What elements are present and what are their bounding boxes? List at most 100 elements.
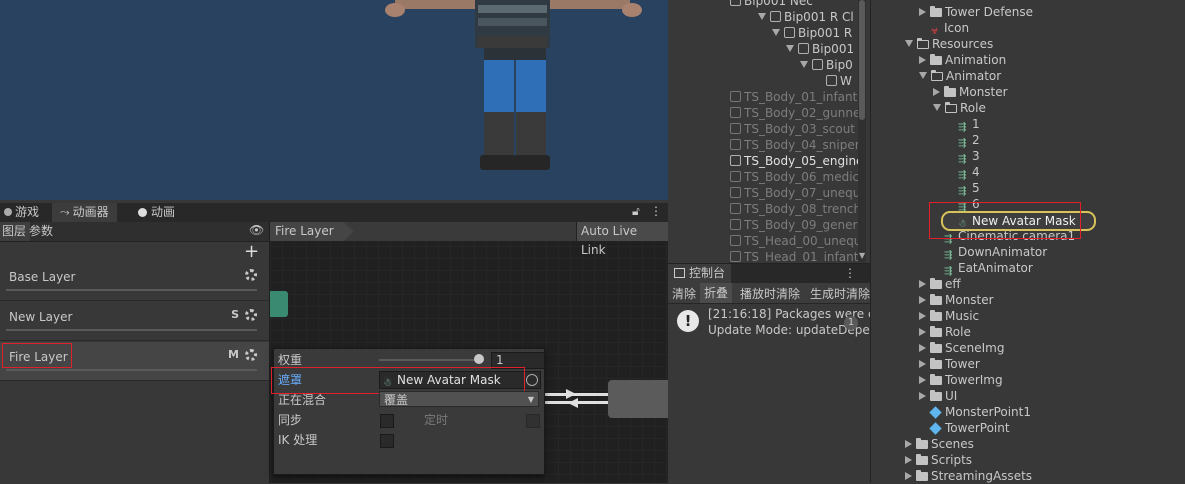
hierarchy-item[interactable]: TS_Body_07_unequ	[730, 185, 860, 201]
clear-button[interactable]: 清除	[672, 285, 696, 302]
weight-slider[interactable]	[379, 354, 484, 364]
project-item[interactable]: Music	[919, 308, 979, 324]
timing-checkbox[interactable]	[526, 414, 540, 428]
hierarchy-item[interactable]: TS_Body_05_engine	[730, 153, 863, 169]
project-item[interactable]: Role	[919, 324, 971, 340]
hierarchy-scrollbar[interactable]: ▼	[858, 0, 866, 262]
expand-arrow-icon[interactable]	[772, 29, 780, 36]
project-item[interactable]: ⇶ 6	[947, 196, 980, 213]
clear-on-build-button[interactable]: 生成时清除	[810, 285, 870, 302]
tab-animator[interactable]: ⤳ 动画器	[52, 203, 117, 222]
expand-arrow-icon[interactable]	[919, 72, 927, 79]
ik-pass-checkbox[interactable]	[380, 434, 394, 448]
collapse-arrow-icon[interactable]	[905, 440, 912, 448]
collapse-arrow-icon[interactable]	[919, 328, 926, 336]
project-item[interactable]: TowerImg	[919, 372, 1003, 388]
collapse-arrow-icon[interactable]	[933, 88, 940, 96]
breadcrumb[interactable]: Fire Layer	[270, 222, 354, 241]
hierarchy-item[interactable]: TS_Body_06_medic	[730, 169, 859, 185]
project-item[interactable]: Monster	[933, 84, 1008, 100]
console-log-entry[interactable]: ! [21:16:18] Packages were c Update Mode…	[668, 304, 875, 344]
hierarchy-panel[interactable]: Bip001 Nec Bip001 R Cl Bip001 R Bip001 B…	[668, 0, 870, 262]
collapse-arrow-icon[interactable]	[919, 312, 926, 320]
gear-icon[interactable]	[245, 269, 257, 281]
mask-field[interactable]: ☃︎ New Avatar Mask	[379, 371, 541, 389]
hierarchy-item[interactable]: TS_Body_01_infantr	[730, 89, 862, 105]
weight-input[interactable]: 1	[491, 352, 545, 369]
project-item[interactable]: Monster	[919, 292, 994, 308]
hierarchy-item[interactable]: TS_Head_01_infantr	[730, 249, 863, 262]
layer-row-base[interactable]: Base Layer	[0, 262, 269, 301]
expand-arrow-icon[interactable]	[800, 61, 808, 68]
menu-dots-icon[interactable]: ⋮	[650, 204, 662, 218]
collapse-arrow-icon[interactable]	[905, 456, 912, 464]
project-item[interactable]: TowerPoint	[919, 420, 1010, 436]
project-item[interactable]: ⇶ DownAnimator	[933, 244, 1047, 261]
collapse-arrow-icon[interactable]	[919, 8, 926, 16]
transition-arrow[interactable]	[544, 393, 608, 396]
expand-arrow-icon[interactable]	[758, 13, 766, 20]
state-node[interactable]	[608, 380, 668, 418]
hierarchy-item[interactable]: Bip0	[800, 57, 853, 73]
collapse-arrow-icon[interactable]	[919, 280, 926, 288]
scroll-down-arrow-icon[interactable]: ▼	[859, 251, 865, 260]
sync-checkbox[interactable]	[380, 414, 394, 428]
tab-layers[interactable]: 图层	[0, 222, 31, 241]
scene-view[interactable]	[0, 0, 668, 200]
expand-arrow-icon[interactable]	[905, 40, 913, 47]
hierarchy-item[interactable]: TS_Body_02_gunne	[730, 105, 860, 121]
hierarchy-item[interactable]: TS_Head_00_unequ	[730, 233, 861, 249]
auto-live-link-button[interactable]: Auto Live Link	[576, 222, 668, 257]
project-item[interactable]: ⇶ 5	[947, 180, 980, 197]
gear-icon[interactable]	[245, 309, 257, 321]
project-item[interactable]: UI	[919, 388, 957, 404]
eye-icon[interactable]: 👁︎	[249, 223, 264, 237]
clear-on-play-button[interactable]: 播放时清除	[740, 285, 800, 302]
hierarchy-item[interactable]: TS_Body_04_sniper	[730, 137, 860, 153]
tab-parameters[interactable]: 参数	[29, 222, 53, 241]
hierarchy-item[interactable]: TS_Body_03_scout	[730, 121, 855, 137]
menu-dots-icon[interactable]: ⋮	[844, 266, 856, 280]
expand-arrow-icon[interactable]	[786, 45, 794, 52]
slider-handle[interactable]	[474, 354, 484, 364]
collapse-arrow-icon[interactable]	[919, 376, 926, 384]
project-item[interactable]: Tower	[919, 356, 980, 372]
collapse-arrow-icon[interactable]	[919, 360, 926, 368]
project-item[interactable]: ⇶ 4	[947, 164, 980, 181]
tab-game[interactable]: 游戏	[0, 203, 47, 222]
console-tab[interactable]: 控制台	[668, 264, 732, 283]
collapse-arrow-icon[interactable]	[919, 296, 926, 304]
collapse-arrow-icon[interactable]	[919, 56, 926, 64]
object-picker-icon[interactable]	[526, 374, 538, 386]
hierarchy-item[interactable]: Bip001 R Cl	[758, 9, 854, 25]
collapse-button[interactable]: 折叠	[700, 283, 733, 303]
project-item[interactable]: ⇶ 2	[947, 132, 980, 149]
project-item[interactable]: ⇶ Cinematic camera1	[933, 228, 1075, 245]
project-item[interactable]: Scripts	[905, 452, 972, 468]
project-item[interactable]: ⇶ 1	[947, 116, 980, 133]
project-item[interactable]: SceneImg	[919, 340, 1004, 356]
project-item[interactable]: ☣︎ Icon	[919, 20, 969, 37]
hierarchy-item[interactable]: TS_Body_08_trench	[730, 201, 861, 217]
project-item[interactable]: Scenes	[905, 436, 974, 452]
scrollbar-thumb[interactable]	[859, 0, 865, 120]
hierarchy-item[interactable]: Bip001 R	[772, 25, 852, 41]
collapse-arrow-icon[interactable]	[905, 472, 912, 480]
hierarchy-item[interactable]: Bip001 Nec	[730, 0, 813, 9]
collapse-arrow-icon[interactable]	[919, 392, 926, 400]
project-item[interactable]: ⇶ EatAnimator	[933, 260, 1033, 277]
project-item[interactable]: Animation	[919, 52, 1006, 68]
expand-arrow-icon[interactable]	[933, 104, 941, 111]
state-node[interactable]	[270, 291, 288, 317]
hierarchy-item[interactable]: Bip001	[786, 41, 854, 57]
project-item[interactable]: eff	[919, 276, 961, 292]
lock-icon[interactable]: 🔓︎	[632, 204, 640, 219]
project-panel[interactable]: Tower Defense ☣︎ Icon Resources Animation Ani…	[870, 0, 1185, 483]
blending-dropdown[interactable]: 覆盖 ▼	[379, 391, 539, 407]
collapse-arrow-icon[interactable]	[919, 344, 926, 352]
project-item[interactable]: Tower Defense	[919, 4, 1033, 20]
tab-animation[interactable]: 动画	[130, 203, 183, 222]
project-item[interactable]: StreamingAssets	[905, 468, 1032, 483]
project-item[interactable]: Animator	[919, 68, 1001, 84]
hierarchy-item[interactable]: TS_Body_09_gener	[730, 217, 857, 233]
